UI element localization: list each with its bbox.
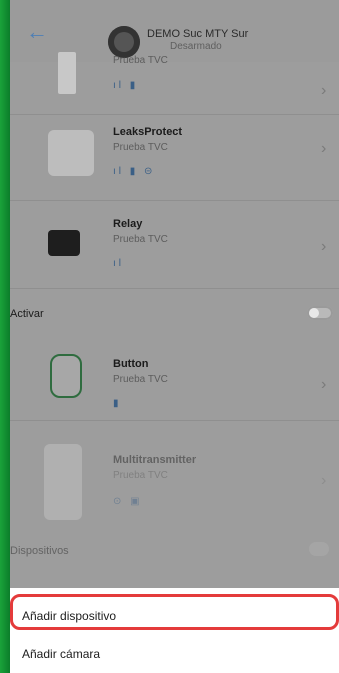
device-subtitle: Prueba TVC [113,470,168,481]
device-row[interactable]: Prueba TVC ıl ▮ › [10,34,339,115]
device-thumbnail [58,52,76,94]
add-sheet: Añadir dispositivo Añadir cámara [10,588,339,673]
chevron-right-icon: › [321,238,327,255]
device-title: Relay [113,218,143,230]
device-subtitle: Prueba TVC [113,234,168,245]
device-thumbnail [50,354,82,398]
section-label: Activar [10,308,44,320]
section-label: Dispositivos [10,545,69,557]
device-row[interactable]: LeaksProtect Prueba TVC ıl ▮ ⊝ › [10,114,339,201]
add-device-label: Añadir dispositivo [22,609,117,623]
device-title: Multitransmitter [113,454,197,466]
add-camera-label: Añadir cámara [22,647,101,661]
app-surface: ← DEMO Suc MTY Sur Desarmado Prueba TVC … [10,0,339,673]
device-thumbnail [44,444,82,520]
device-status-icons: ıl ▮ ⊝ [113,166,156,177]
device-status-icons: ▮ [113,398,122,409]
device-status-icons: ⊙ ▣ [113,496,143,507]
add-camera-item[interactable]: Añadir cámara [10,636,339,673]
section-pill [309,542,329,556]
chevron-right-icon: › [321,472,327,489]
device-subtitle: Prueba TVC [113,374,168,385]
device-row[interactable]: Relay Prueba TVC ıl › [10,200,339,289]
device-status-icons: ıl ▮ [113,80,139,91]
section-activar: Activar [10,288,339,324]
chevron-right-icon: › [321,140,327,157]
device-row[interactable]: Button Prueba TVC ▮ › [10,324,339,421]
device-thumbnail [48,130,94,176]
device-row[interactable]: Multitransmitter Prueba TVC ⊙ ▣ › [10,420,339,530]
device-title: LeaksProtect [113,126,183,138]
device-subtitle: Prueba TVC [113,142,168,153]
device-thumbnail [48,230,80,256]
activar-toggle[interactable] [307,306,333,320]
device-title: Button [113,358,149,370]
device-status-icons: ıl [113,258,124,269]
device-subtitle: Prueba TVC [113,55,168,66]
add-device-item[interactable]: Añadir dispositivo [10,598,339,636]
chevron-right-icon: › [321,376,327,393]
chevron-right-icon: › [321,82,327,99]
section-dispositivos: Dispositivos [10,530,339,570]
